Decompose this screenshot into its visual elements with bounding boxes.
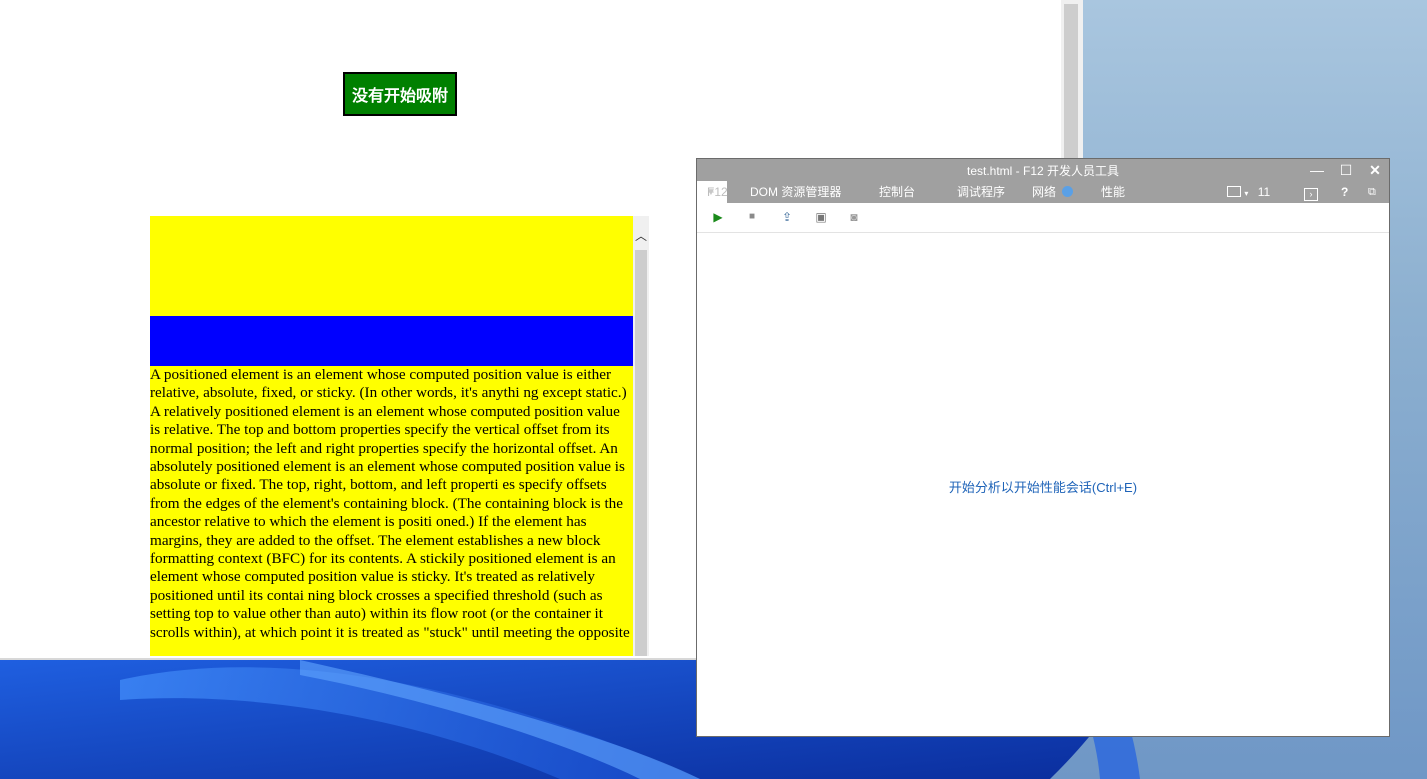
blue-sticky-block: [150, 316, 633, 366]
container-scrollbar-thumb[interactable]: [635, 250, 647, 656]
monitor-icon: [1227, 186, 1241, 197]
tab-dom-explorer[interactable]: DOM 资源管理器: [750, 181, 841, 203]
adhere-status-button[interactable]: 没有开始吸附: [343, 72, 457, 116]
devtools-titlebar[interactable]: test.html - F12 开发人员工具 — ☐ ✕: [697, 159, 1389, 181]
save-icon[interactable]: ▣: [814, 210, 828, 224]
close-icon[interactable]: ✕: [1361, 159, 1389, 181]
undock-icon[interactable]: ⧉: [1368, 181, 1376, 203]
container-scrollbar[interactable]: ︿: [633, 216, 649, 656]
positioning-paragraph: A positioned element is an element whose…: [150, 366, 633, 656]
import-icon[interactable]: ⇪: [780, 210, 794, 224]
play-icon[interactable]: ▶: [711, 210, 725, 224]
sticky-scroll-container[interactable]: A positioned element is an element whose…: [150, 216, 649, 656]
console-toggle-icon[interactable]: ›: [1304, 181, 1318, 203]
profiler-toolbar: ▶ ■ ⇪ ▣ ◙: [697, 203, 1389, 233]
maximize-icon[interactable]: ☐: [1332, 159, 1360, 181]
tab-console[interactable]: 控制台: [879, 181, 915, 203]
emulation-selector[interactable]: ▾ 11: [1227, 181, 1270, 203]
scroll-up-arrow-icon[interactable]: ︿: [633, 216, 649, 250]
devtools-window: test.html - F12 开发人员工具 — ☐ ✕ F12 DOM 资源管…: [696, 158, 1390, 737]
tab-network-label: 网络: [1032, 185, 1057, 199]
tab-debugger[interactable]: 调试程序: [957, 181, 1005, 203]
tab-performance[interactable]: 性能: [1101, 181, 1125, 203]
tab-network[interactable]: 网络: [1032, 181, 1074, 203]
start-profiling-link[interactable]: 开始分析以开始性能会话(Ctrl+E): [697, 477, 1389, 496]
help-icon[interactable]: ?: [1341, 181, 1348, 203]
network-record-icon: [1062, 186, 1074, 197]
dropdown-arrow-icon: ▾: [1244, 189, 1249, 198]
stop-icon[interactable]: ■: [745, 210, 759, 224]
camera-icon[interactable]: ◙: [847, 210, 861, 224]
emulation-version: 11: [1257, 185, 1271, 199]
yellow-block: [150, 216, 633, 316]
funnel-icon: ▼: [706, 187, 716, 198]
devtools-title: test.html - F12 开发人员工具: [966, 164, 1120, 178]
minimize-icon[interactable]: —: [1303, 159, 1331, 181]
devtools-tabbar: F12 DOM 资源管理器 控制台 调试程序 网络 性能 ▼ ▾ 11 › ? …: [697, 181, 1389, 203]
